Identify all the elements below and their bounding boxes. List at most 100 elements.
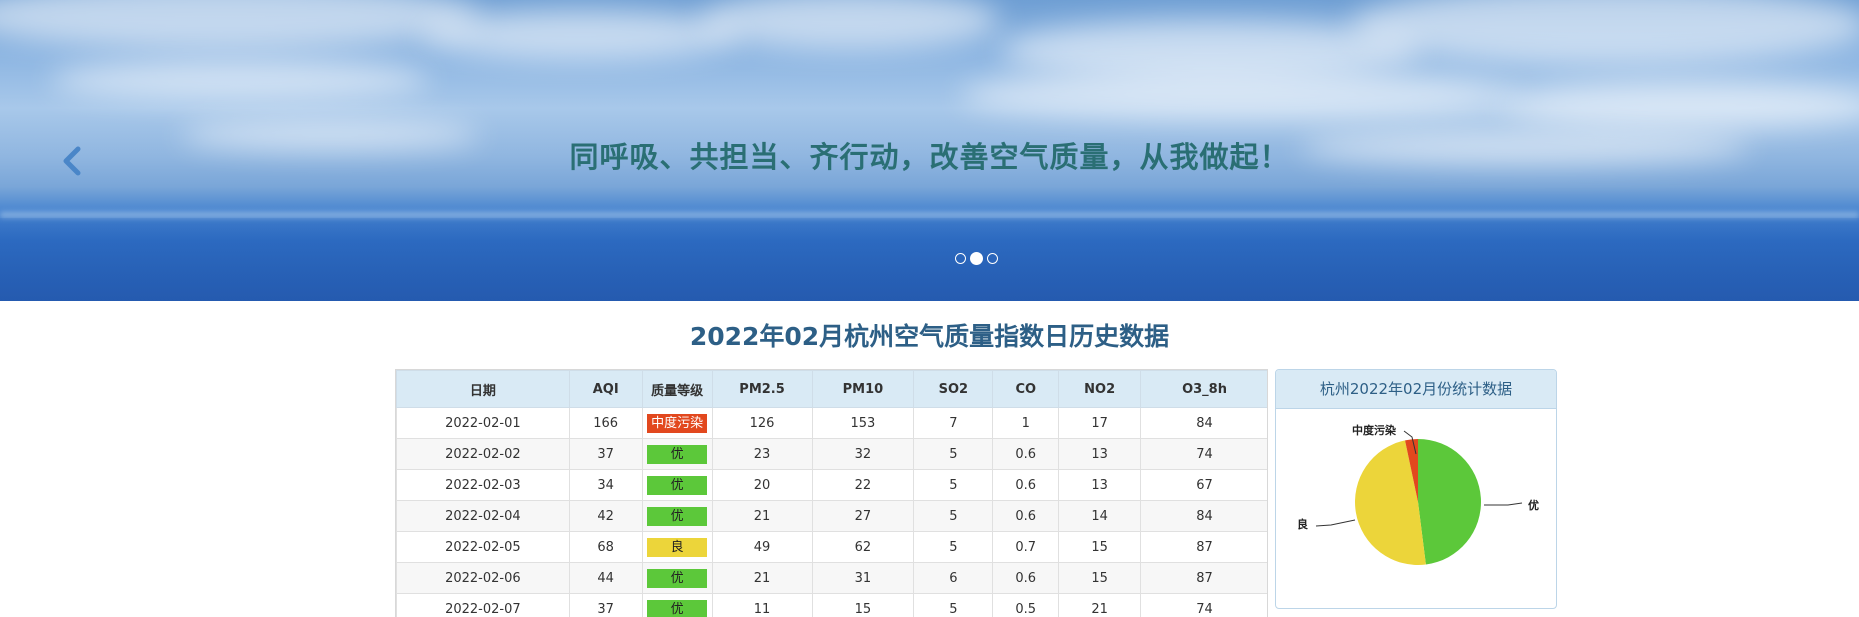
cell-pm25: 49 <box>711 531 813 563</box>
col-header-no2: NO2 <box>1058 370 1142 408</box>
monthly-stats-panel: 杭州2022年02月份统计数据 优良 中度污染 <box>1275 369 1557 609</box>
cell-o3: 84 <box>1140 500 1267 532</box>
col-header-date: 日期 <box>396 370 570 408</box>
cell-o3: 87 <box>1140 531 1267 563</box>
cell-aqi: 34 <box>568 469 643 501</box>
col-header-pm25: PM2.5 <box>711 370 813 408</box>
quality-level-badge: 优 <box>647 444 708 464</box>
cell-so2: 5 <box>913 469 994 501</box>
pie-label-line-1 <box>1315 519 1356 527</box>
cell-so2: 5 <box>913 593 994 617</box>
pie-label-0: 优 <box>1528 498 1539 512</box>
cell-pm25: 11 <box>711 593 813 617</box>
table-row: 2022-02-02 37 优 23 32 5 0.6 13 74 <box>396 438 1267 470</box>
carousel-dot-2[interactable] <box>970 252 983 265</box>
cell-pm10: 22 <box>811 469 915 501</box>
cell-date: 2022-02-04 <box>396 500 570 532</box>
cell-date: 2022-02-02 <box>396 438 570 470</box>
cell-pm25: 126 <box>711 407 813 439</box>
cell-date: 2022-02-03 <box>396 469 570 501</box>
table-header-row: 日期 AQI 质量等级 PM2.5 PM10 SO2 CO NO2 O3_8h <box>396 370 1267 408</box>
cell-aqi: 68 <box>568 531 643 563</box>
table-row: 2022-02-07 37 优 11 15 5 0.5 21 74 <box>396 593 1267 617</box>
cell-pm10: 62 <box>811 531 915 563</box>
cell-pm10: 153 <box>811 407 915 439</box>
cell-aqi: 37 <box>568 438 643 470</box>
cell-aqi: 166 <box>568 407 643 439</box>
cell-no2: 21 <box>1058 593 1142 617</box>
cell-aqi: 42 <box>568 500 643 532</box>
cell-level: 中度污染 <box>641 407 713 439</box>
cell-level: 优 <box>641 438 713 470</box>
cell-pm10: 27 <box>811 500 915 532</box>
table-row: 2022-02-05 68 良 49 62 5 0.7 15 87 <box>396 531 1267 563</box>
cell-no2: 15 <box>1058 531 1142 563</box>
cell-so2: 7 <box>913 407 994 439</box>
cell-o3: 74 <box>1140 593 1267 617</box>
quality-level-badge: 中度污染 <box>647 413 708 433</box>
cell-pm25: 23 <box>711 438 813 470</box>
cell-date: 2022-02-07 <box>396 593 570 617</box>
cell-no2: 13 <box>1058 438 1142 470</box>
carousel-indicators <box>955 252 998 265</box>
table-row: 2022-02-03 34 优 20 22 5 0.6 13 67 <box>396 469 1267 501</box>
table-row: 2022-02-01 166 中度污染 126 153 7 1 17 84 <box>396 407 1267 439</box>
carousel-dot-1[interactable] <box>955 253 966 264</box>
cell-aqi: 37 <box>568 593 643 617</box>
cell-co: 0.6 <box>992 438 1060 470</box>
cell-o3: 87 <box>1140 562 1267 594</box>
col-header-so2: SO2 <box>913 370 994 408</box>
cell-level: 优 <box>641 469 713 501</box>
cell-date: 2022-02-05 <box>396 531 570 563</box>
banner-caption: 同呼吸、共担当、齐行动，改善空气质量，从我做起！ <box>569 140 1290 174</box>
pie-slice-0[interactable] <box>1418 439 1481 565</box>
cell-pm25: 20 <box>711 469 813 501</box>
col-header-pm10: PM10 <box>811 370 915 408</box>
cell-so2: 5 <box>913 500 994 532</box>
cell-no2: 13 <box>1058 469 1142 501</box>
cell-aqi: 44 <box>568 562 643 594</box>
cell-level: 优 <box>641 500 713 532</box>
quality-level-badge: 优 <box>647 599 708 617</box>
cell-pm10: 32 <box>811 438 915 470</box>
cell-so2: 5 <box>913 531 994 563</box>
carousel-banner: 同呼吸、共担当、齐行动，改善空气质量，从我做起！ <box>0 0 1859 301</box>
aqi-table-container: 日期 AQI 质量等级 PM2.5 PM10 SO2 CO NO2 O3_8h … <box>395 369 1268 617</box>
col-header-aqi: AQI <box>568 370 643 408</box>
cell-co: 0.6 <box>992 469 1060 501</box>
quality-level-badge: 优 <box>647 506 708 526</box>
cell-level: 优 <box>641 593 713 617</box>
cell-pm10: 31 <box>811 562 915 594</box>
cell-no2: 15 <box>1058 562 1142 594</box>
cell-pm25: 21 <box>711 500 813 532</box>
cell-co: 0.7 <box>992 531 1060 563</box>
cell-co: 1 <box>992 407 1060 439</box>
col-header-co: CO <box>992 370 1060 408</box>
pie-label-line-0 <box>1484 502 1523 506</box>
quality-level-badge: 优 <box>647 475 708 495</box>
cell-no2: 14 <box>1058 500 1142 532</box>
cell-pm10: 15 <box>811 593 915 617</box>
col-header-o3: O3_8h <box>1140 370 1267 408</box>
col-header-level: 质量等级 <box>641 370 713 408</box>
cell-level: 优 <box>641 562 713 594</box>
cell-level: 良 <box>641 531 713 563</box>
cell-o3: 67 <box>1140 469 1267 501</box>
stats-panel-title: 杭州2022年02月份统计数据 <box>1276 370 1556 409</box>
cell-o3: 84 <box>1140 407 1267 439</box>
table-row: 2022-02-04 42 优 21 27 5 0.6 14 84 <box>396 500 1267 532</box>
cell-pm25: 21 <box>711 562 813 594</box>
cell-date: 2022-02-01 <box>396 407 570 439</box>
cell-co: 0.5 <box>992 593 1060 617</box>
quality-level-badge: 优 <box>647 568 708 588</box>
pie-label-1: 良 <box>1297 517 1308 531</box>
cell-so2: 5 <box>913 438 994 470</box>
cell-no2: 17 <box>1058 407 1142 439</box>
cell-date: 2022-02-06 <box>396 562 570 594</box>
cell-so2: 6 <box>913 562 994 594</box>
cell-co: 0.6 <box>992 562 1060 594</box>
table-row: 2022-02-06 44 优 21 31 6 0.6 15 87 <box>396 562 1267 594</box>
aqi-history-table: 日期 AQI 质量等级 PM2.5 PM10 SO2 CO NO2 O3_8h … <box>396 370 1267 617</box>
level-pie-chart: 优良 中度污染 <box>1297 423 1539 565</box>
carousel-dot-3[interactable] <box>987 253 998 264</box>
